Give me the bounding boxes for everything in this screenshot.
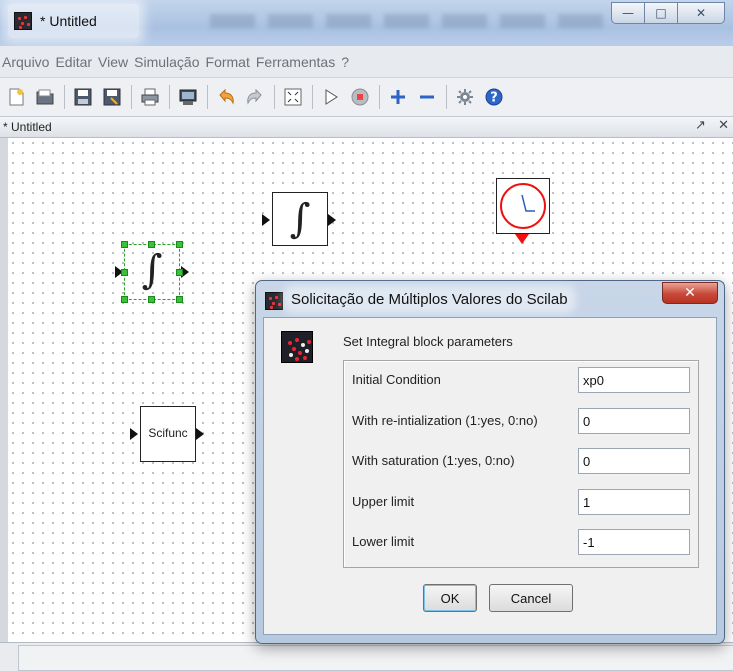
- selection-handle[interactable]: [121, 241, 128, 248]
- integral-block[interactable]: ∫: [272, 192, 328, 246]
- start-simulation-icon[interactable]: [319, 85, 343, 109]
- reinitialization-field[interactable]: [578, 408, 690, 434]
- menu-help[interactable]: ?: [341, 54, 354, 70]
- minimize-button[interactable]: —: [611, 2, 645, 24]
- toolbar-separator: [312, 85, 313, 109]
- status-field: [18, 645, 733, 671]
- scifunc-output-port[interactable]: [196, 428, 204, 440]
- parameters-panel: Initial Condition With re-intialization …: [343, 360, 699, 568]
- upper-limit-field[interactable]: [578, 489, 690, 515]
- undo-icon[interactable]: [214, 85, 238, 109]
- param-label: With re-intialization (1:yes, 0:no): [352, 413, 538, 428]
- undock-icon[interactable]: ↗: [695, 118, 706, 133]
- selection-handle[interactable]: [148, 241, 155, 248]
- clock-block[interactable]: [496, 178, 550, 234]
- palette-browser-icon[interactable]: [453, 85, 477, 109]
- redo-icon[interactable]: [243, 85, 267, 109]
- selection-handle[interactable]: [176, 241, 183, 248]
- menu-simulacao[interactable]: Simulação: [134, 54, 204, 70]
- scilab-dialog-icon: [265, 292, 283, 310]
- param-row-reinitialization: With re-intialization (1:yes, 0:no): [344, 408, 698, 434]
- param-label: Upper limit: [352, 494, 415, 509]
- tab-close-icon[interactable]: ✕: [718, 118, 729, 133]
- integral-block-input-port[interactable]: [262, 214, 270, 226]
- window-titlebar[interactable]: * Untitled — □ ✕: [0, 0, 733, 46]
- integral-block-output-port[interactable]: [328, 214, 336, 226]
- minimize-icon: —: [622, 6, 634, 20]
- selected-integral-symbol[interactable]: ∫: [124, 250, 180, 290]
- initial-condition-field[interactable]: [578, 367, 690, 393]
- document-tab-bar: * Untitled ↗ ✕: [0, 116, 733, 138]
- window-controls: — □ ✕: [611, 2, 725, 24]
- toolbar-separator: [131, 85, 132, 109]
- toolbar: ?: [0, 78, 733, 116]
- dialog-titlebar[interactable]: Solicitação de Múltiplos Valores do Scil…: [256, 281, 724, 317]
- menu-ferramentas[interactable]: Ferramentas: [256, 54, 340, 70]
- toolbar-separator: [446, 85, 447, 109]
- blurred-background-titles: [210, 14, 610, 28]
- ok-button[interactable]: OK: [423, 584, 477, 612]
- parameters-dialog: Solicitação de Múltiplos Valores do Scil…: [255, 280, 725, 644]
- param-row-upper-limit: Upper limit: [344, 489, 698, 515]
- cancel-button[interactable]: Cancel: [489, 584, 573, 612]
- selection-handle[interactable]: [176, 269, 183, 276]
- save-as-icon[interactable]: [100, 85, 124, 109]
- toolbar-separator: [169, 85, 170, 109]
- maximize-icon: □: [655, 6, 667, 20]
- lower-limit-field[interactable]: [578, 529, 690, 555]
- window-title-area: * Untitled: [8, 4, 139, 38]
- svg-text:?: ?: [490, 91, 498, 106]
- toolbar-separator: [64, 85, 65, 109]
- window-title: * Untitled: [40, 13, 97, 29]
- param-row-lower-limit: Lower limit: [344, 529, 698, 555]
- menu-arquivo[interactable]: Arquivo: [2, 54, 54, 70]
- clock-icon: [500, 183, 546, 229]
- param-label: Initial Condition: [352, 372, 441, 387]
- status-bar: [0, 642, 733, 671]
- print-icon[interactable]: [138, 85, 162, 109]
- maximize-button[interactable]: □: [644, 2, 678, 24]
- save-icon[interactable]: [71, 85, 95, 109]
- scilab-app-icon: [14, 12, 32, 30]
- menu-bar: Arquivo Editar View Simulação Format Fer…: [0, 46, 733, 78]
- zoom-out-icon[interactable]: [415, 85, 439, 109]
- toolbar-separator: [379, 85, 380, 109]
- param-label: With saturation (1:yes, 0:no): [352, 453, 515, 468]
- scifunc-label: Scifunc: [148, 426, 188, 440]
- scifunc-input-port[interactable]: [130, 428, 138, 440]
- zoom-in-icon[interactable]: [386, 85, 410, 109]
- scifunc-block[interactable]: Scifunc: [140, 406, 196, 462]
- selection-handle[interactable]: [148, 296, 155, 303]
- menu-editar[interactable]: Editar: [55, 54, 97, 70]
- param-row-saturation: With saturation (1:yes, 0:no): [344, 448, 698, 474]
- selection-handle[interactable]: [121, 296, 128, 303]
- param-label: Lower limit: [352, 534, 415, 549]
- tab-controls: ↗ ✕: [687, 118, 729, 133]
- integral-symbol: ∫: [289, 196, 311, 242]
- menu-format[interactable]: Format: [206, 54, 255, 70]
- selection-handle[interactable]: [121, 269, 128, 276]
- fit-diagram-icon[interactable]: [281, 85, 305, 109]
- clock-output-port[interactable]: [515, 234, 529, 244]
- new-diagram-icon[interactable]: [4, 85, 28, 109]
- dialog-heading: Set Integral block parameters: [343, 334, 513, 349]
- open-icon[interactable]: [33, 85, 57, 109]
- export-icon[interactable]: [176, 85, 200, 109]
- dialog-close-icon: ✕: [684, 285, 696, 301]
- close-icon: ✕: [695, 6, 707, 20]
- scilab-logo-icon: [281, 331, 313, 363]
- selection-handle[interactable]: [176, 296, 183, 303]
- param-row-initial-condition: Initial Condition: [344, 367, 698, 393]
- saturation-field[interactable]: [578, 448, 690, 474]
- toolbar-separator: [274, 85, 275, 109]
- document-tab-title[interactable]: * Untitled: [0, 120, 52, 134]
- toolbar-separator: [207, 85, 208, 109]
- dialog-title: Solicitação de Múltiplos Valores do Scil…: [289, 291, 570, 308]
- stop-simulation-icon[interactable]: [348, 85, 372, 109]
- dialog-body: Set Integral block parameters Initial Co…: [263, 317, 717, 635]
- dialog-close-button[interactable]: ✕: [662, 282, 718, 304]
- menu-view[interactable]: View: [98, 54, 133, 70]
- help-icon[interactable]: ?: [482, 85, 506, 109]
- close-button[interactable]: ✕: [677, 2, 725, 24]
